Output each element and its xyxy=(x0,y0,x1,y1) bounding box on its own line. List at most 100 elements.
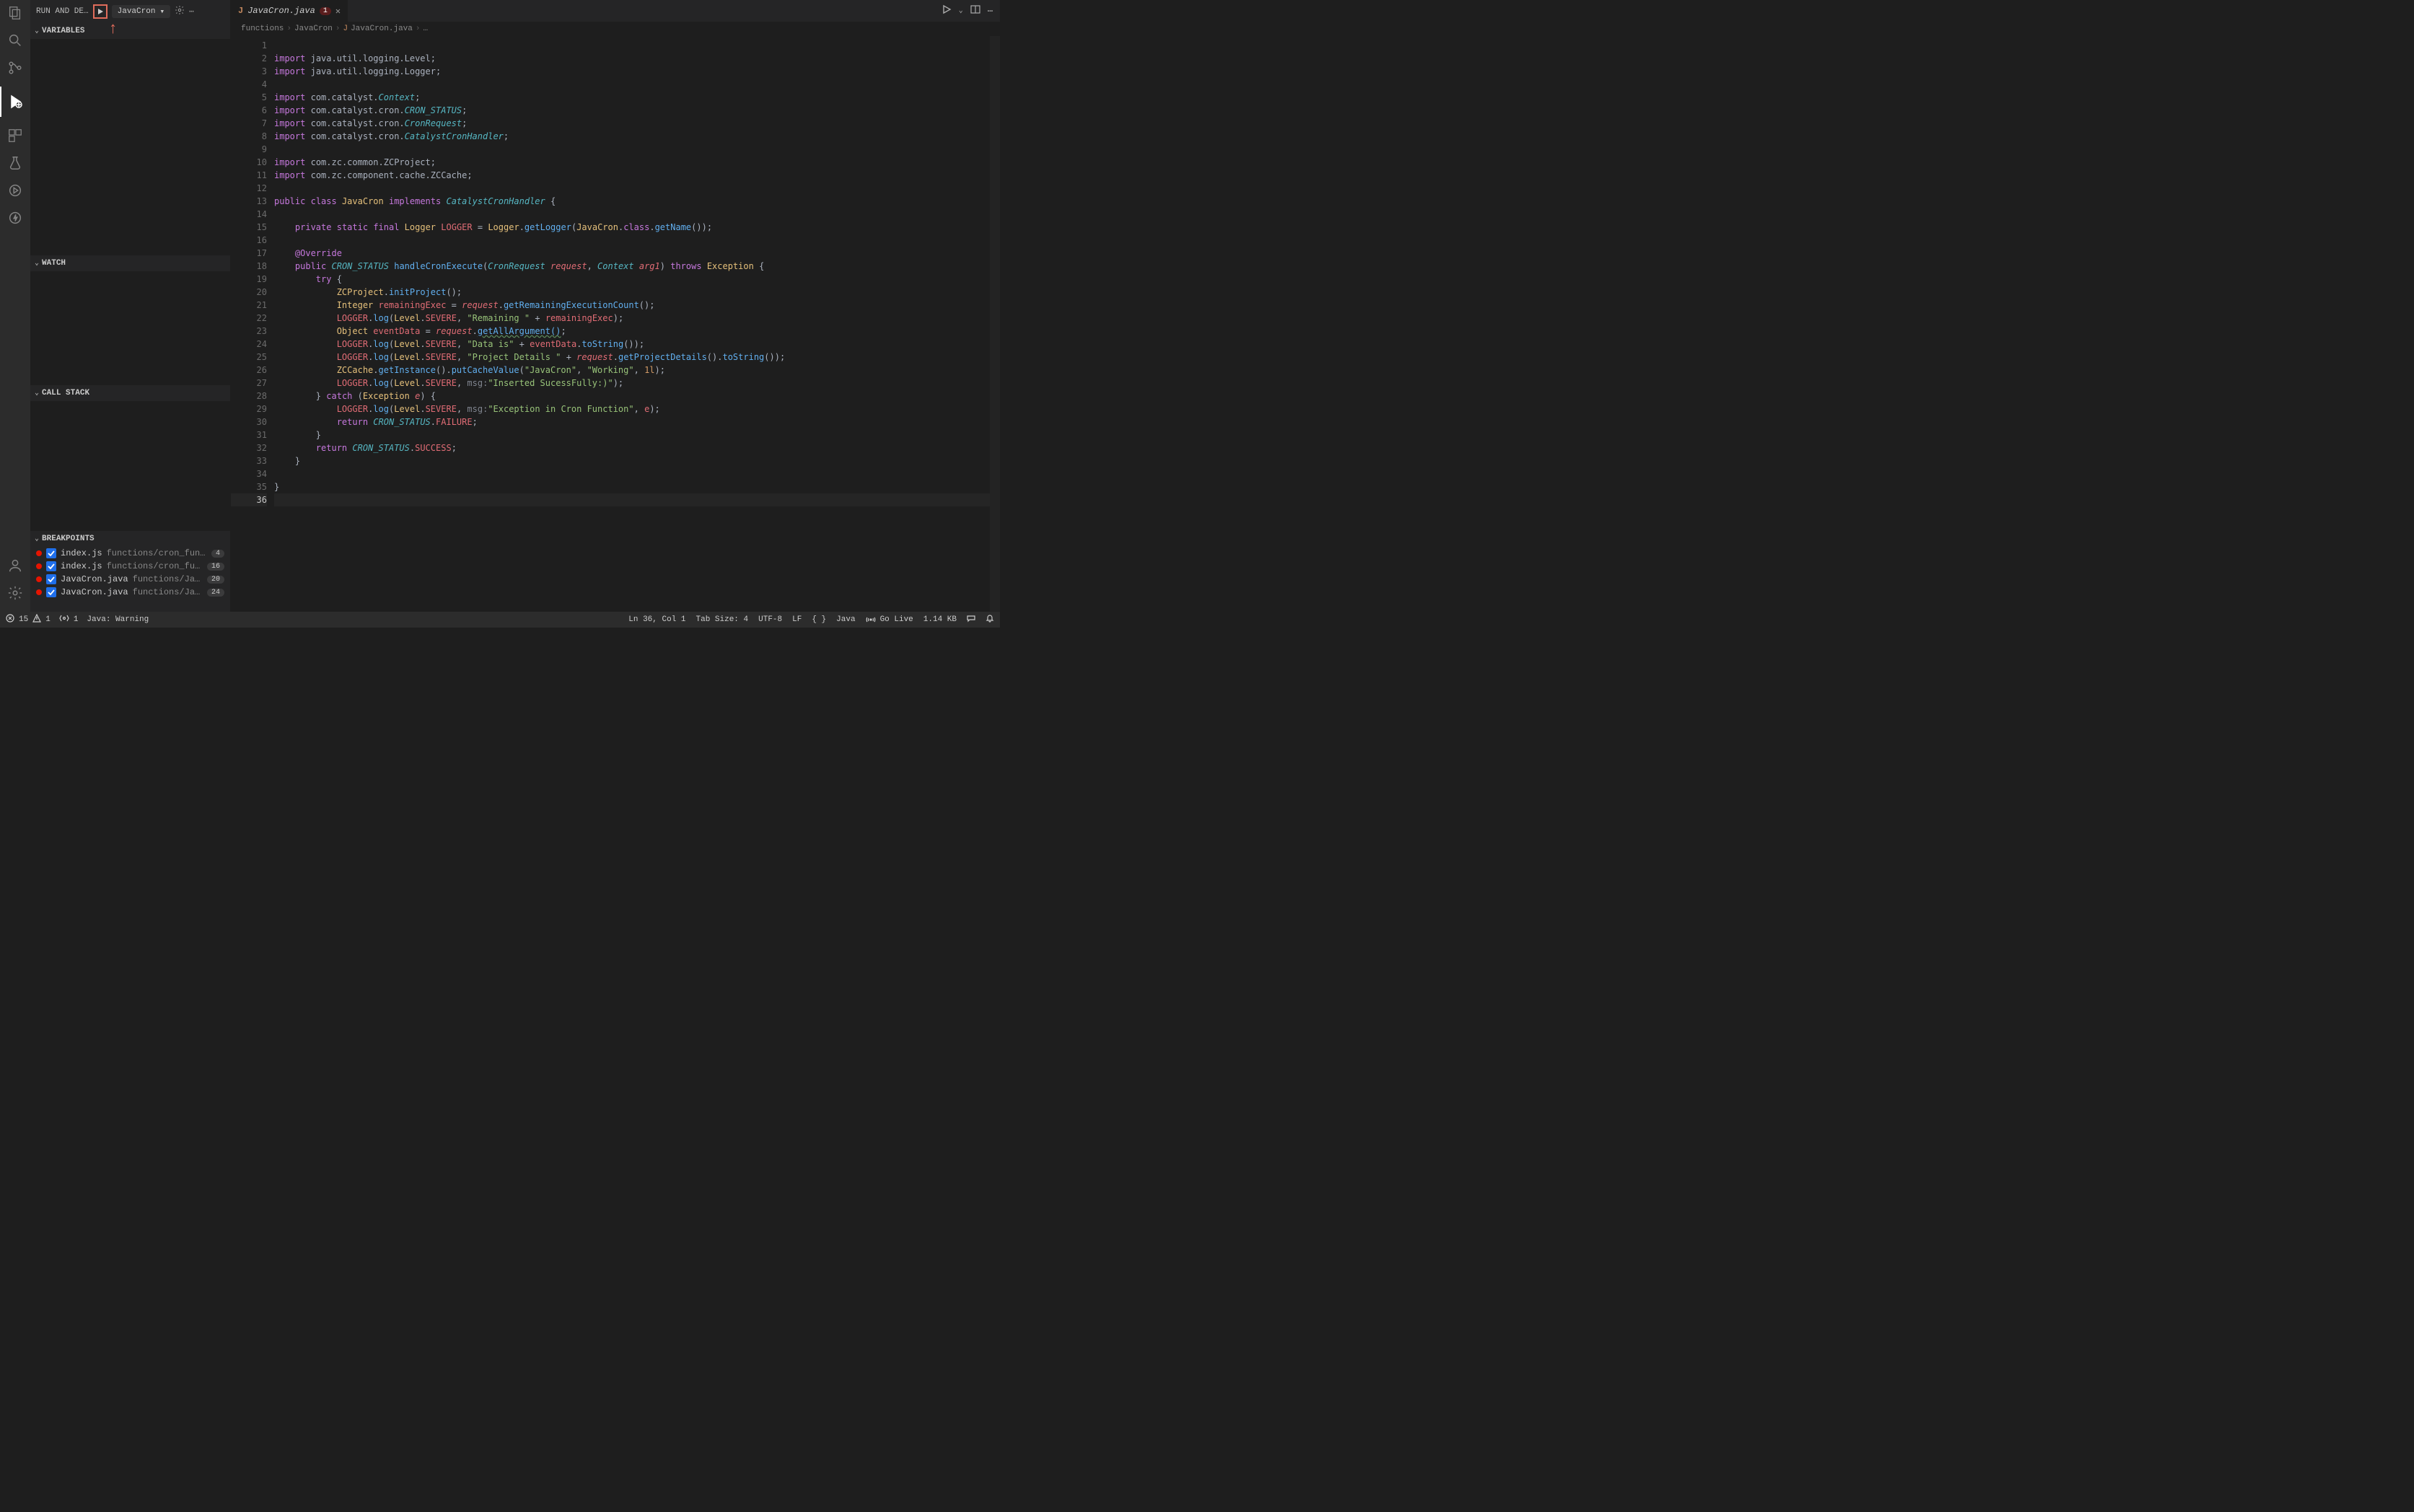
breadcrumb-item[interactable]: JavaCron xyxy=(294,25,333,33)
extensions-icon[interactable] xyxy=(6,127,24,144)
code-line[interactable]: ZCCache.getInstance().putCacheValue("Jav… xyxy=(274,364,990,377)
breadcrumb-item[interactable]: … xyxy=(423,25,429,33)
line-number[interactable]: 20 xyxy=(231,286,267,299)
status-encoding[interactable]: UTF-8 xyxy=(758,615,782,624)
breakpoint-checkbox[interactable] xyxy=(46,561,56,571)
status-problems[interactable]: 15 1 xyxy=(6,614,51,625)
code-line[interactable]: LOGGER.log(Level.SEVERE, "Project Detail… xyxy=(274,351,990,364)
breadcrumbs[interactable]: functions › JavaCron › J JavaCron.java ›… xyxy=(231,22,1000,36)
code-line[interactable]: LOGGER.log(Level.SEVERE, "Data is" + eve… xyxy=(274,338,990,351)
line-number[interactable]: 6 xyxy=(231,104,267,117)
breakpoint-checkbox[interactable] xyxy=(46,574,56,584)
run-icon[interactable] xyxy=(942,4,952,17)
code-line[interactable]: Object eventData = request.getAllArgumen… xyxy=(274,325,990,338)
breakpoint-checkbox[interactable] xyxy=(46,587,56,597)
close-tab-icon[interactable]: ✕ xyxy=(335,6,341,17)
callstack-section-header[interactable]: ⌄ CALL STACK xyxy=(30,385,230,401)
status-file-size[interactable]: 1.14 KB xyxy=(923,615,957,624)
line-number[interactable]: 1 xyxy=(231,39,267,52)
line-number[interactable]: 27 xyxy=(231,377,267,390)
watch-section-header[interactable]: ⌄ WATCH xyxy=(30,255,230,271)
code-line[interactable] xyxy=(274,78,990,91)
code-line[interactable]: try { xyxy=(274,273,990,286)
code-line[interactable]: public class JavaCron implements Catalys… xyxy=(274,195,990,208)
variables-section-header[interactable]: ⌄ VARIABLES xyxy=(30,23,230,39)
breakpoint-row[interactable]: index.js functions/cron_func_1 4 xyxy=(30,547,230,560)
code-line[interactable]: private static final Logger LOGGER = Log… xyxy=(274,221,990,234)
line-number[interactable]: 29 xyxy=(231,403,267,416)
line-number[interactable]: 8 xyxy=(231,130,267,143)
code-line[interactable] xyxy=(274,39,990,52)
line-number[interactable]: 33 xyxy=(231,454,267,467)
accounts-icon[interactable] xyxy=(6,557,24,574)
search-icon[interactable] xyxy=(6,32,24,49)
chevron-down-icon[interactable]: ⌄ xyxy=(959,6,963,15)
debug-settings-icon[interactable] xyxy=(175,5,185,18)
line-number[interactable]: 3 xyxy=(231,65,267,78)
breakpoint-row[interactable]: JavaCron.java functions/JavaC… 24 xyxy=(30,586,230,599)
line-number[interactable]: 31 xyxy=(231,428,267,441)
status-java-mode[interactable]: Java: Warning xyxy=(87,615,149,624)
code-line[interactable] xyxy=(274,467,990,480)
line-number[interactable]: 25 xyxy=(231,351,267,364)
circle-icon[interactable] xyxy=(6,182,24,199)
line-number[interactable]: 14 xyxy=(231,208,267,221)
code-line[interactable]: } xyxy=(274,454,990,467)
code-line[interactable]: LOGGER.log(Level.SEVERE, msg:"Exception … xyxy=(274,403,990,416)
line-number[interactable]: 32 xyxy=(231,441,267,454)
code-line[interactable]: @Override xyxy=(274,247,990,260)
line-number[interactable]: 34 xyxy=(231,467,267,480)
line-number[interactable]: 17 xyxy=(231,247,267,260)
status-go-live[interactable]: Go Live xyxy=(866,615,913,624)
code-line[interactable]: import com.catalyst.cron.CronRequest; xyxy=(274,117,990,130)
line-number[interactable]: 7 xyxy=(231,117,267,130)
code-line[interactable]: LOGGER.log(Level.SEVERE, "Remaining " + … xyxy=(274,312,990,325)
code-line[interactable]: } xyxy=(274,480,990,493)
line-number[interactable]: 16 xyxy=(231,234,267,247)
code-line[interactable] xyxy=(274,143,990,156)
source-control-icon[interactable] xyxy=(6,59,24,76)
line-number[interactable]: 10 xyxy=(231,156,267,169)
code-line[interactable]: import com.catalyst.Context; xyxy=(274,91,990,104)
status-bell-icon[interactable] xyxy=(986,614,994,625)
line-number[interactable]: 22 xyxy=(231,312,267,325)
line-number[interactable]: 9 xyxy=(231,143,267,156)
line-number[interactable]: 11 xyxy=(231,169,267,182)
code-line[interactable]: } catch (Exception e) { xyxy=(274,390,990,403)
breakpoint-row[interactable]: index.js functions/cron_func_1 16 xyxy=(30,560,230,573)
run-debug-icon[interactable] xyxy=(0,87,30,117)
code-line[interactable]: import com.zc.common.ZCProject; xyxy=(274,156,990,169)
code-line[interactable] xyxy=(274,182,990,195)
line-number[interactable]: 35 xyxy=(231,480,267,493)
status-language[interactable]: Java xyxy=(836,615,855,624)
debug-config-dropdown[interactable]: JavaCron ▾ xyxy=(112,5,170,18)
line-number[interactable]: 2 xyxy=(231,52,267,65)
breakpoints-section-header[interactable]: ⌄ BREAKPOINTS xyxy=(30,531,230,547)
start-debugging-button[interactable] xyxy=(93,4,107,19)
line-number[interactable]: 30 xyxy=(231,416,267,428)
code-line[interactable]: Integer remainingExec = request.getRemai… xyxy=(274,299,990,312)
code-line[interactable]: LOGGER.log(Level.SEVERE, msg:"Inserted S… xyxy=(274,377,990,390)
line-number[interactable]: 24 xyxy=(231,338,267,351)
line-number[interactable]: 4 xyxy=(231,78,267,91)
status-cursor-pos[interactable]: Ln 36, Col 1 xyxy=(628,615,685,624)
minimap[interactable] xyxy=(990,36,1000,612)
code-line[interactable]: public CRON_STATUS handleCronExecute(Cro… xyxy=(274,260,990,273)
breadcrumb-item[interactable]: functions xyxy=(241,25,284,33)
line-number[interactable]: 15 xyxy=(231,221,267,234)
line-number[interactable]: 26 xyxy=(231,364,267,377)
testing-icon[interactable] xyxy=(6,154,24,172)
code-line[interactable] xyxy=(274,234,990,247)
code-line[interactable]: return CRON_STATUS.SUCCESS; xyxy=(274,441,990,454)
tab-javacron[interactable]: J JavaCron.java 1 ✕ xyxy=(231,0,348,22)
line-number[interactable]: 36 xyxy=(231,493,267,506)
code-line[interactable]: ZCProject.initProject(); xyxy=(274,286,990,299)
more-actions-icon[interactable]: ⋯ xyxy=(189,6,194,17)
breakpoint-checkbox[interactable] xyxy=(46,548,56,558)
line-number[interactable]: 13 xyxy=(231,195,267,208)
code-line[interactable]: import com.zc.component.cache.ZCCache; xyxy=(274,169,990,182)
code-editor[interactable]: import java.util.logging.Level;import ja… xyxy=(274,36,990,612)
split-editor-icon[interactable] xyxy=(970,4,980,17)
more-editor-icon[interactable]: ⋯ xyxy=(988,6,993,17)
breadcrumb-item[interactable]: JavaCron.java xyxy=(351,25,413,33)
